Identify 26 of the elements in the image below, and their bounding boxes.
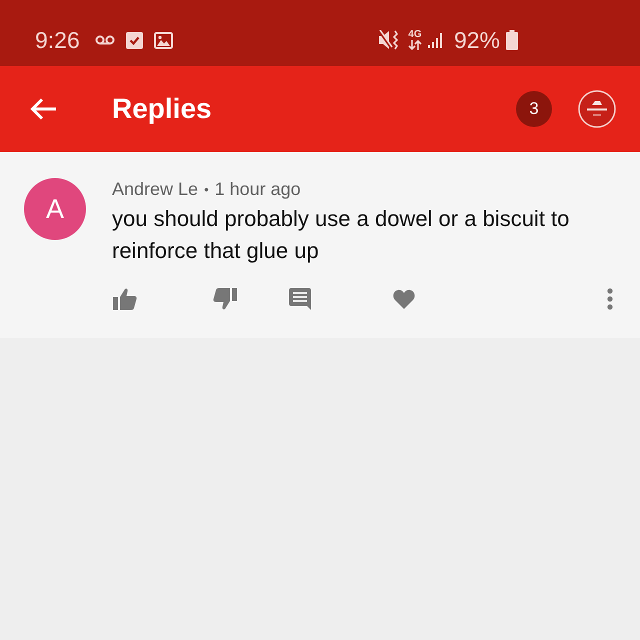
mute-vibrate-icon	[378, 30, 400, 50]
back-arrow-icon	[30, 98, 56, 120]
image-icon	[154, 32, 173, 48]
network-type: 4G	[408, 30, 422, 40]
author-name: Andrew Le	[112, 180, 198, 198]
battery-icon	[506, 30, 518, 50]
signal-icon	[428, 32, 444, 48]
reply-button[interactable]	[288, 286, 312, 312]
comment-time: 1 hour ago	[214, 180, 301, 198]
comment-icon	[289, 288, 311, 310]
separator-dot: •	[204, 182, 209, 196]
more-vertical-icon	[607, 288, 613, 310]
comment-text: you should probably use a dowel or a biscuit to reinforce that glue up	[112, 205, 570, 265]
dislike-button[interactable]	[212, 286, 238, 312]
battery-percent: 92%	[454, 28, 500, 52]
heart-icon	[393, 289, 415, 309]
voicemail-icon	[94, 35, 115, 45]
account-avatar-icon[interactable]	[578, 90, 616, 128]
status-time: 9:26	[35, 28, 80, 52]
thumbs-up-icon	[113, 288, 137, 310]
screen-title: Replies	[112, 95, 212, 123]
data-arrows-icon	[408, 40, 422, 50]
notification-count[interactable]: 3	[516, 91, 552, 127]
like-button[interactable]	[112, 286, 138, 312]
checkbox-notification-icon	[126, 32, 143, 48]
thumbs-down-icon	[213, 288, 237, 310]
